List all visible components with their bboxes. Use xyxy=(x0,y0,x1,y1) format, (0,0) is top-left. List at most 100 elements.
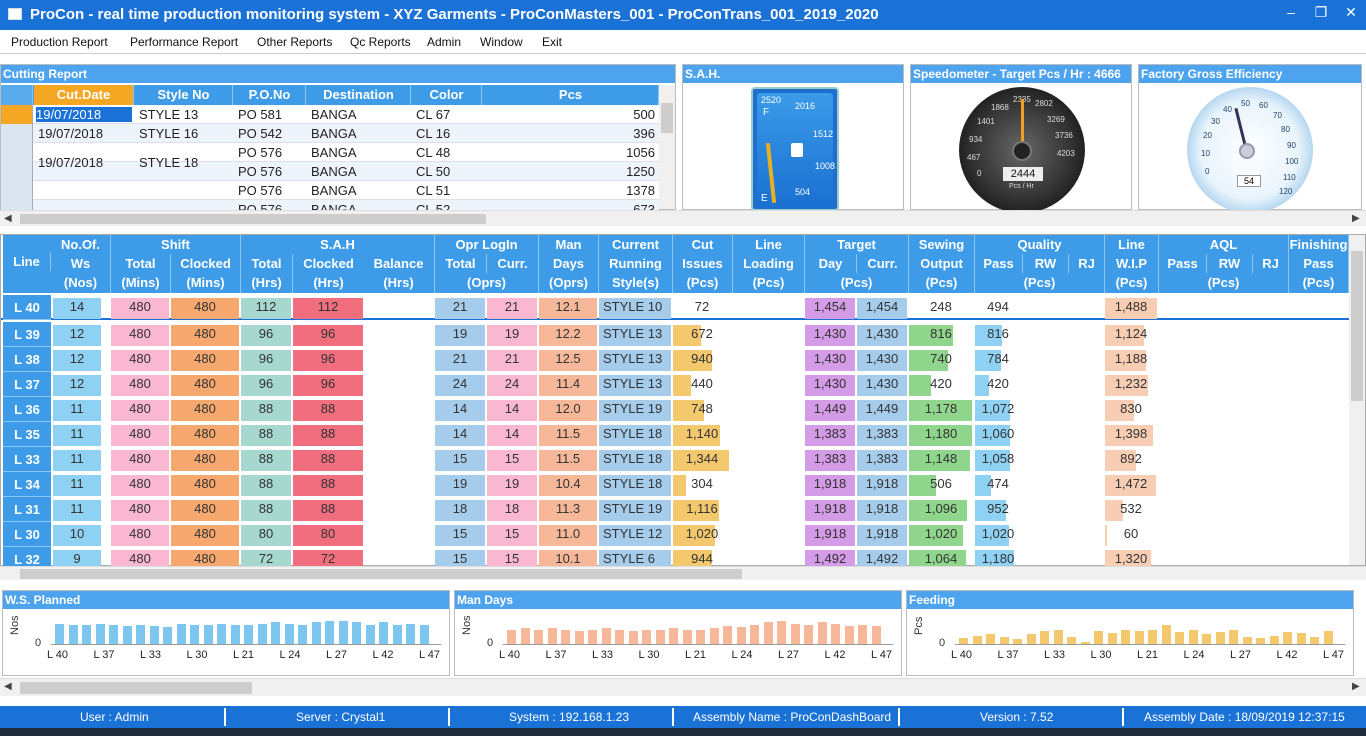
scroll-thumb[interactable] xyxy=(661,103,673,133)
grid-header-cell[interactable]: Line xyxy=(3,252,51,271)
grid-header-cell[interactable]: (Pcs) xyxy=(1105,273,1159,293)
grid-header-cell[interactable]: S.A.H xyxy=(241,235,435,254)
menu-production-report[interactable]: Production Report xyxy=(11,35,108,49)
col-pcs[interactable]: Pcs xyxy=(483,85,659,105)
grid-header-cell[interactable]: RW xyxy=(1207,254,1253,273)
scroll-right-icon[interactable]: ▶ xyxy=(1352,213,1360,224)
col-style-no[interactable]: Style No xyxy=(135,85,233,105)
grid-header-cell[interactable]: Pass xyxy=(975,254,1023,273)
row-selector[interactable] xyxy=(1,143,33,162)
grid-header-cell[interactable]: (Pcs) xyxy=(909,273,975,293)
scroll-thumb[interactable] xyxy=(20,569,742,579)
top-hscrollbar[interactable]: ◀ ▶ xyxy=(0,210,1366,226)
grid-header-cell[interactable]: W.I.P xyxy=(1105,254,1159,273)
grid-header-cell[interactable]: Clocked xyxy=(171,254,241,273)
table-row[interactable]: L 40 14 480 480 112 112 21 21 12.1 STYLE 10 72 1,45… xyxy=(1,295,1351,320)
grid-header-cell[interactable]: (Mins) xyxy=(171,273,241,293)
grid-header-cell[interactable]: Cut xyxy=(673,235,733,254)
line-label[interactable]: L 34 xyxy=(3,472,51,497)
grid-header-cell[interactable]: (Pcs) xyxy=(805,273,909,293)
grid-header-cell[interactable]: Target xyxy=(805,235,909,254)
grid-header-cell[interactable]: (Hrs) xyxy=(293,273,365,293)
scroll-right-icon[interactable]: ▶ xyxy=(1352,681,1360,692)
grid-header-cell[interactable]: (Hrs) xyxy=(363,273,435,293)
grid-header-cell[interactable]: (Oprs) xyxy=(539,273,599,293)
menu-admin[interactable]: Admin xyxy=(427,35,461,49)
grid-header-cell[interactable]: (Oprs) xyxy=(435,273,539,293)
grid-header-cell[interactable]: Loading xyxy=(733,254,805,273)
menu-exit[interactable]: Exit xyxy=(542,35,562,49)
menu-qc-reports[interactable]: Qc Reports xyxy=(350,35,411,49)
grid-header-cell[interactable]: Total xyxy=(111,254,171,273)
grid-header-cell[interactable]: No.Of. xyxy=(51,235,111,254)
table-row[interactable]: L 34 11 480 480 88 88 19 19 10.4 STYLE 18 304 1,918… xyxy=(1,472,1351,497)
grid-header-cell[interactable]: (Hrs) xyxy=(241,273,293,293)
cutting-row[interactable]: 19/07/2018 STYLE 16 PO 542 BANGA CL 16 396 xyxy=(1,124,659,143)
grid-header-cell[interactable]: (Pcs) xyxy=(1289,273,1349,293)
line-label[interactable]: L 36 xyxy=(3,397,51,422)
table-row[interactable]: L 33 11 480 480 88 88 15 15 11.5 STYLE 18 1,344 1,3… xyxy=(1,447,1351,472)
table-row[interactable]: L 31 11 480 480 88 88 18 18 11.3 STYLE 19 1,116 1,9… xyxy=(1,497,1351,522)
line-label[interactable]: L 37 xyxy=(3,372,51,397)
grid-header-cell[interactable]: Running xyxy=(599,254,673,273)
grid-header-cell[interactable]: Pass xyxy=(1289,254,1349,273)
minimize-button[interactable]: – xyxy=(1276,4,1306,20)
menu-performance-report[interactable]: Performance Report xyxy=(130,35,238,49)
scroll-left-icon[interactable]: ◀ xyxy=(4,681,12,692)
grid-header-cell[interactable]: (Pcs) xyxy=(673,273,733,293)
table-row[interactable]: L 36 11 480 480 88 88 14 14 12.0 STYLE 19 748 1,449… xyxy=(1,397,1351,422)
cutting-vscrollbar[interactable] xyxy=(659,85,675,209)
grid-header-cell[interactable]: RJ xyxy=(1253,254,1289,273)
row-selector[interactable] xyxy=(1,124,33,143)
grid-header-cell[interactable]: Current xyxy=(599,235,673,254)
grid-header-cell[interactable]: (Mins) xyxy=(111,273,171,293)
menu-other-reports[interactable]: Other Reports xyxy=(257,35,332,49)
grid-header-cell[interactable]: Clocked xyxy=(293,254,365,273)
grid-header-cell[interactable]: Shift xyxy=(111,235,241,254)
line-label[interactable]: L 31 xyxy=(3,497,51,522)
menu-window[interactable]: Window xyxy=(480,35,523,49)
grid-header-cell[interactable]: Man xyxy=(539,235,599,254)
table-row[interactable]: L 30 10 480 480 80 80 15 15 11.0 STYLE 12 1,020 1,9… xyxy=(1,522,1351,547)
grid-header-cell[interactable]: RW xyxy=(1023,254,1069,273)
table-row[interactable]: L 39 12 480 480 96 96 19 19 12.2 STYLE 13 672 1,430… xyxy=(1,322,1351,347)
grid-header-cell[interactable]: Curr. xyxy=(857,254,909,273)
row-selector[interactable] xyxy=(1,105,33,124)
grid-header-cell[interactable]: Line xyxy=(733,235,805,254)
grid-hscrollbar[interactable] xyxy=(0,566,1366,580)
row-selector[interactable] xyxy=(1,181,33,200)
col-color[interactable]: Color xyxy=(412,85,482,105)
grid-header-cell[interactable]: Total xyxy=(435,254,487,273)
bottom-hscrollbar[interactable]: ◀ ▶ xyxy=(0,678,1366,696)
line-label[interactable]: L 33 xyxy=(3,447,51,472)
cutting-row[interactable]: PO 576 BANGA CL 51 1378 xyxy=(1,181,659,200)
grid-header-cell[interactable]: Days xyxy=(539,254,599,273)
grid-header-cell[interactable]: (Pcs) xyxy=(975,273,1105,293)
cutting-row[interactable]: 19/07/2018 STYLE 18 PO 576 BANGA CL 50 1250 xyxy=(1,155,659,181)
cutting-row[interactable]: 19/07/2018 STYLE 13 PO 581 BANGA CL 67 500 xyxy=(1,105,659,124)
grid-header-cell[interactable]: Balance xyxy=(363,254,435,273)
grid-header-cell[interactable]: Output xyxy=(909,254,975,273)
col-cut-date[interactable]: Cut.Date xyxy=(34,85,134,105)
table-row[interactable]: L 35 11 480 480 88 88 14 14 11.5 STYLE 18 1,140 1,3… xyxy=(1,422,1351,447)
scroll-thumb[interactable] xyxy=(20,682,252,694)
grid-header-cell[interactable]: (Pcs) xyxy=(1159,273,1289,293)
grid-header-cell[interactable]: (Pcs) xyxy=(733,273,805,293)
scroll-left-icon[interactable]: ◀ xyxy=(4,213,12,224)
grid-header-cell[interactable]: Opr LogIn xyxy=(435,235,539,254)
grid-header-cell[interactable]: (Nos) xyxy=(51,273,111,293)
line-label[interactable]: L 35 xyxy=(3,422,51,447)
scroll-thumb[interactable] xyxy=(1351,251,1363,401)
grid-header-cell[interactable]: Finishing xyxy=(1289,235,1349,254)
grid-header-cell[interactable]: Curr. xyxy=(487,254,539,273)
grid-header-cell[interactable]: Ws xyxy=(51,254,111,273)
grid-vscrollbar[interactable] xyxy=(1349,235,1365,565)
col-destination[interactable]: Destination xyxy=(307,85,411,105)
grid-header-cell[interactable]: Style(s) xyxy=(599,273,673,293)
scroll-thumb[interactable] xyxy=(20,214,486,224)
grid-header-cell[interactable]: Day xyxy=(805,254,857,273)
grid-header-cell[interactable]: Issues xyxy=(673,254,733,273)
restore-button[interactable]: ❐ xyxy=(1306,4,1336,21)
col-po-no[interactable]: P.O.No xyxy=(234,85,306,105)
grid-header-cell[interactable]: Quality xyxy=(975,235,1105,254)
